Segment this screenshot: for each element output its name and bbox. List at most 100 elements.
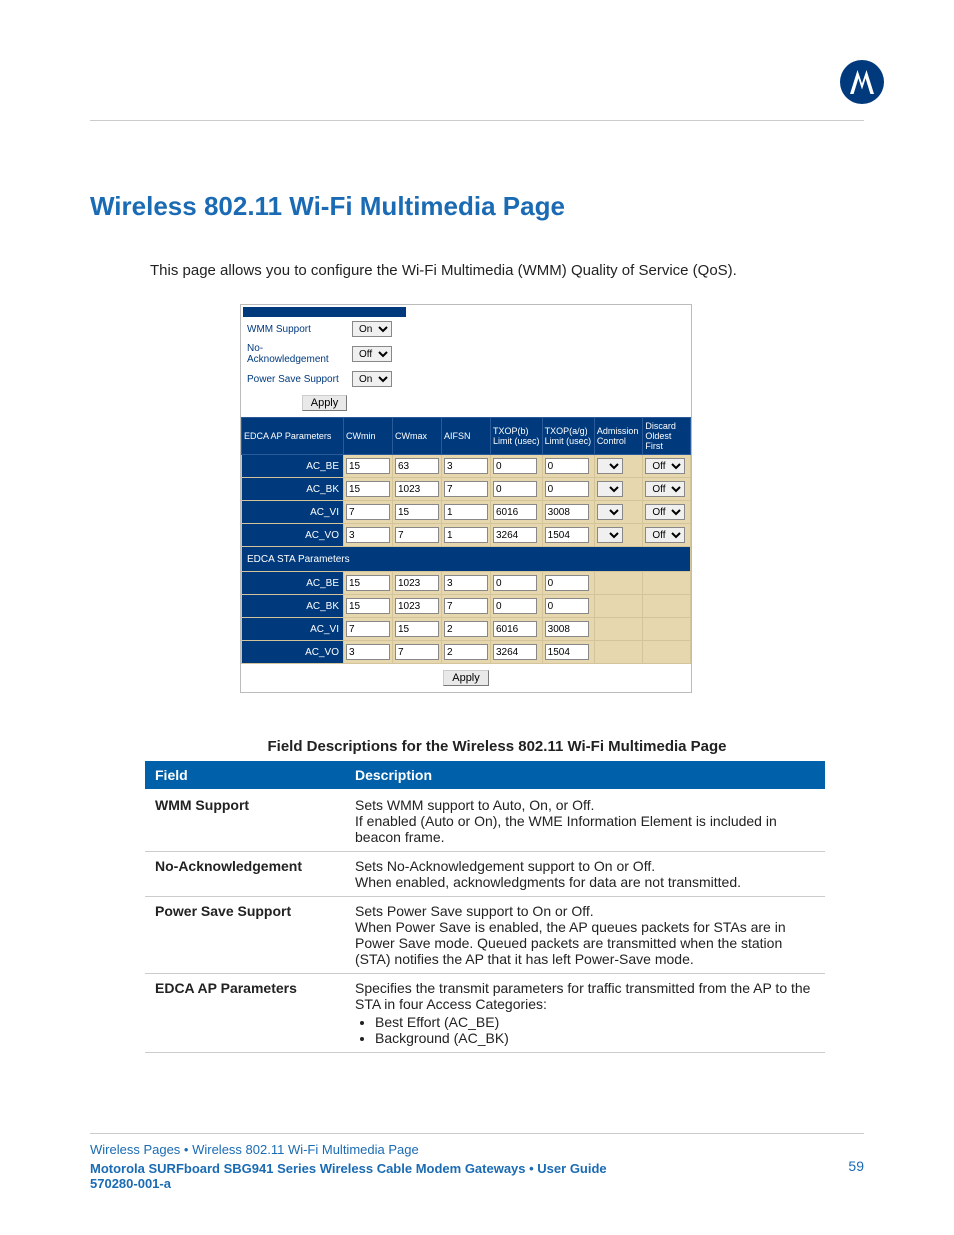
- param-select[interactable]: Off: [645, 458, 685, 474]
- param-input[interactable]: [493, 621, 537, 637]
- param-select[interactable]: [597, 527, 623, 543]
- page-number: 59: [848, 1158, 864, 1174]
- footer-product: Motorola SURFboard SBG941 Series Wireles…: [90, 1161, 864, 1176]
- param-input[interactable]: [545, 481, 589, 497]
- row-label: AC_BK: [242, 478, 344, 501]
- row-label: AC_VI: [242, 618, 344, 641]
- param-input[interactable]: [395, 504, 439, 520]
- param-input[interactable]: [395, 598, 439, 614]
- no-ack-select[interactable]: Off: [352, 346, 392, 362]
- desc-field: Power Save Support: [145, 897, 345, 974]
- power-save-label: Power Save Support: [243, 369, 346, 389]
- param-input[interactable]: [545, 621, 589, 637]
- param-input[interactable]: [444, 575, 488, 591]
- param-input[interactable]: [346, 644, 390, 660]
- bullet: Background (AC_BK): [375, 1030, 815, 1046]
- param-input[interactable]: [395, 644, 439, 660]
- param-select[interactable]: [597, 504, 623, 520]
- param-input[interactable]: [444, 458, 488, 474]
- ap-row: AC_VO Off: [242, 524, 691, 547]
- param-select[interactable]: [597, 481, 623, 497]
- param-input[interactable]: [346, 575, 390, 591]
- apply-top-button[interactable]: Apply: [302, 395, 348, 411]
- param-input[interactable]: [493, 481, 537, 497]
- row-label: AC_BE: [242, 572, 344, 595]
- param-input[interactable]: [545, 644, 589, 660]
- ap-row: AC_BK Off: [242, 478, 691, 501]
- param-input[interactable]: [545, 598, 589, 614]
- edca-ap-header: EDCA AP Parameters: [242, 418, 344, 455]
- desc-text: Sets WMM support to Auto, On, or Off.If …: [345, 790, 825, 852]
- footer-breadcrumb: Wireless Pages • Wireless 802.11 Wi-Fi M…: [90, 1142, 864, 1157]
- desc-row: WMM Support Sets WMM support to Auto, On…: [145, 790, 825, 852]
- param-input[interactable]: [346, 527, 390, 543]
- wmm-support-select[interactable]: On: [352, 321, 392, 337]
- param-input[interactable]: [493, 644, 537, 660]
- param-input[interactable]: [545, 575, 589, 591]
- param-select[interactable]: Off: [645, 481, 685, 497]
- row-label: AC_VO: [242, 524, 344, 547]
- wmm-config-panel: WMM Support On No-Acknowledgement Off Po…: [240, 304, 692, 693]
- apply-bottom-button[interactable]: Apply: [443, 670, 489, 686]
- sta-row: AC_VI: [242, 618, 691, 641]
- ap-row: AC_VI Off: [242, 501, 691, 524]
- desc-row: EDCA AP Parameters Specifies the transmi…: [145, 974, 825, 1053]
- bullet: Best Effort (AC_BE): [375, 1014, 815, 1030]
- param-input[interactable]: [444, 621, 488, 637]
- wmm-support-label: WMM Support: [243, 319, 346, 339]
- param-input[interactable]: [545, 527, 589, 543]
- desc-row: No-Acknowledgement Sets No-Acknowledgeme…: [145, 852, 825, 897]
- param-input[interactable]: [545, 458, 589, 474]
- param-input[interactable]: [493, 527, 537, 543]
- desc-text: Sets No-Acknowledgement support to On or…: [345, 852, 825, 897]
- param-input[interactable]: [346, 598, 390, 614]
- param-input[interactable]: [493, 598, 537, 614]
- field-description-table: Field Description WMM Support Sets WMM s…: [145, 761, 825, 1053]
- param-input[interactable]: [444, 644, 488, 660]
- row-label: AC_BK: [242, 595, 344, 618]
- param-input[interactable]: [346, 481, 390, 497]
- param-input[interactable]: [493, 504, 537, 520]
- param-select[interactable]: Off: [645, 527, 685, 543]
- col-field: Field: [145, 761, 345, 790]
- param-input[interactable]: [493, 458, 537, 474]
- param-input[interactable]: [395, 458, 439, 474]
- param-input[interactable]: [346, 621, 390, 637]
- param-input[interactable]: [493, 575, 537, 591]
- param-input[interactable]: [346, 504, 390, 520]
- sta-row: AC_VO: [242, 641, 691, 664]
- desc-field: No-Acknowledgement: [145, 852, 345, 897]
- top-divider: [90, 120, 864, 121]
- power-save-select[interactable]: On: [352, 371, 392, 387]
- ap-row: AC_BE Off: [242, 455, 691, 478]
- desc-text: Specifies the transmit parameters for tr…: [345, 974, 825, 1053]
- intro-text: This page allows you to configure the Wi…: [150, 262, 864, 279]
- motorola-logo-icon: [840, 60, 884, 104]
- param-input[interactable]: [346, 458, 390, 474]
- desc-caption: Field Descriptions for the Wireless 802.…: [130, 738, 864, 755]
- param-input[interactable]: [395, 527, 439, 543]
- param-input[interactable]: [444, 527, 488, 543]
- desc-row: Power Save Support Sets Power Save suppo…: [145, 897, 825, 974]
- param-input[interactable]: [444, 504, 488, 520]
- param-input[interactable]: [395, 575, 439, 591]
- row-label: AC_BE: [242, 455, 344, 478]
- edca-ap-table: EDCA AP Parameters CWmin CWmax AIFSN TXO…: [241, 417, 691, 664]
- param-select[interactable]: Off: [645, 504, 685, 520]
- param-input[interactable]: [444, 481, 488, 497]
- col-desc: Description: [345, 761, 825, 790]
- sta-row: AC_BE: [242, 572, 691, 595]
- page-title: Wireless 802.11 Wi-Fi Multimedia Page: [90, 191, 864, 222]
- no-ack-label: No-Acknowledgement: [243, 341, 346, 367]
- sta-row: AC_BK: [242, 595, 691, 618]
- param-input[interactable]: [395, 621, 439, 637]
- param-select[interactable]: [597, 458, 623, 474]
- desc-field: WMM Support: [145, 790, 345, 852]
- param-input[interactable]: [545, 504, 589, 520]
- desc-text: Sets Power Save support to On or Off.Whe…: [345, 897, 825, 974]
- row-label: AC_VI: [242, 501, 344, 524]
- param-input[interactable]: [395, 481, 439, 497]
- desc-field: EDCA AP Parameters: [145, 974, 345, 1053]
- footer-docnum: 570280-001-a: [90, 1176, 864, 1191]
- param-input[interactable]: [444, 598, 488, 614]
